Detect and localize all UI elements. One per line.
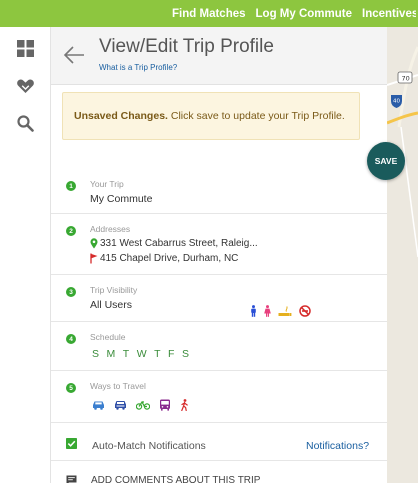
step-badge-1: 1 <box>66 181 76 191</box>
nav-incentives[interactable]: Incentives <box>362 8 416 20</box>
schedule-label: Schedule <box>90 332 126 342</box>
trip-label: Your Trip <box>90 179 124 189</box>
rail-matches-button[interactable] <box>0 69 51 103</box>
travel-mode-icons <box>92 399 189 411</box>
add-comments-label[interactable]: ADD COMMENTS ABOUT THIS TRIP <box>91 475 260 483</box>
destination-address: 415 Chapel Drive, Durham, NC <box>90 253 238 264</box>
section-ways-to-travel[interactable] <box>51 371 387 423</box>
comment-icon <box>66 475 77 483</box>
origin-address-text: 331 West Cabarrus Street, Raleig... <box>100 238 258 249</box>
no-smoking-icon[interactable] <box>299 305 311 317</box>
day-tuesday[interactable]: T <box>123 348 130 360</box>
flag-icon <box>90 253 98 264</box>
interstate-40-label: 40 <box>393 99 400 105</box>
map-roads: 70 40 <box>387 46 418 258</box>
search-icon <box>17 114 34 132</box>
addresses-label: Addresses <box>90 224 131 234</box>
step-badge-3: 3 <box>66 287 76 297</box>
bike-icon[interactable] <box>136 400 150 410</box>
day-sunday[interactable]: S <box>92 348 100 360</box>
heart-match-icon <box>17 79 34 93</box>
top-nav: Find Matches Log My Commute Incentives <box>172 0 418 27</box>
rail-grid-button[interactable] <box>0 31 51 65</box>
day-monday[interactable]: M <box>107 348 116 360</box>
day-friday[interactable]: F <box>168 348 175 360</box>
trip-name: My Commute <box>90 193 153 205</box>
alert-strong: Unsaved Changes. <box>74 110 168 122</box>
step-badge-5: 5 <box>66 383 76 393</box>
section-your-trip[interactable] <box>51 169 387 214</box>
map-view[interactable]: 70 40 <box>387 27 418 483</box>
visibility-icons <box>250 305 311 317</box>
top-nav-bar: Find Matches Log My Commute Incentives <box>0 0 418 27</box>
left-rail <box>0 27 51 483</box>
walk-icon[interactable] <box>180 399 189 411</box>
day-thursday[interactable]: T <box>154 348 161 360</box>
page-title: View/Edit Trip Profile <box>99 36 274 57</box>
travel-label: Ways to Travel <box>90 381 146 391</box>
male-icon[interactable] <box>250 305 257 317</box>
nav-find-matches[interactable]: Find Matches <box>172 8 245 20</box>
section-schedule[interactable] <box>51 322 387 371</box>
schedule-days: S M T W T F S <box>92 348 189 360</box>
step-badge-4: 4 <box>66 334 76 344</box>
back-arrow-icon[interactable] <box>63 45 85 65</box>
unsaved-changes-alert: Unsaved Changes. Click save to update yo… <box>62 92 360 140</box>
notifications-link[interactable]: Notifications? <box>306 440 369 452</box>
trip-profile-panel: View/Edit Trip Profile What is a Trip Pr… <box>51 27 405 483</box>
visibility-value: All Users <box>90 299 133 311</box>
bus-icon[interactable] <box>159 399 171 411</box>
map-pin-icon <box>90 238 98 249</box>
car-icon[interactable] <box>92 400 105 410</box>
smoking-icon[interactable] <box>278 305 292 317</box>
alert-message: Click save to update your Trip Profile. <box>167 110 345 122</box>
visibility-label: Trip Visibility <box>90 285 138 295</box>
panel-header: View/Edit Trip Profile What is a Trip Pr… <box>51 27 387 85</box>
trip-profile-help-link[interactable]: What is a Trip Profile? <box>99 63 177 72</box>
day-wednesday[interactable]: W <box>137 348 147 360</box>
alert-text: Unsaved Changes. Click save to update yo… <box>74 110 345 122</box>
route-70-label: 70 <box>402 75 410 83</box>
step-badge-2: 2 <box>66 226 76 236</box>
nav-log-my-commute[interactable]: Log My Commute <box>256 8 352 20</box>
day-saturday[interactable]: S <box>182 348 190 360</box>
grid-icon <box>17 39 34 57</box>
carpool-icon[interactable] <box>114 400 127 410</box>
destination-address-text: 415 Chapel Drive, Durham, NC <box>100 253 239 264</box>
auto-match-checkbox[interactable] <box>66 438 77 449</box>
rail-search-button[interactable] <box>0 106 51 140</box>
female-icon[interactable] <box>264 305 271 317</box>
auto-match-label: Auto-Match Notifications <box>92 440 206 452</box>
origin-address: 331 West Cabarrus Street, Raleig... <box>90 238 258 249</box>
